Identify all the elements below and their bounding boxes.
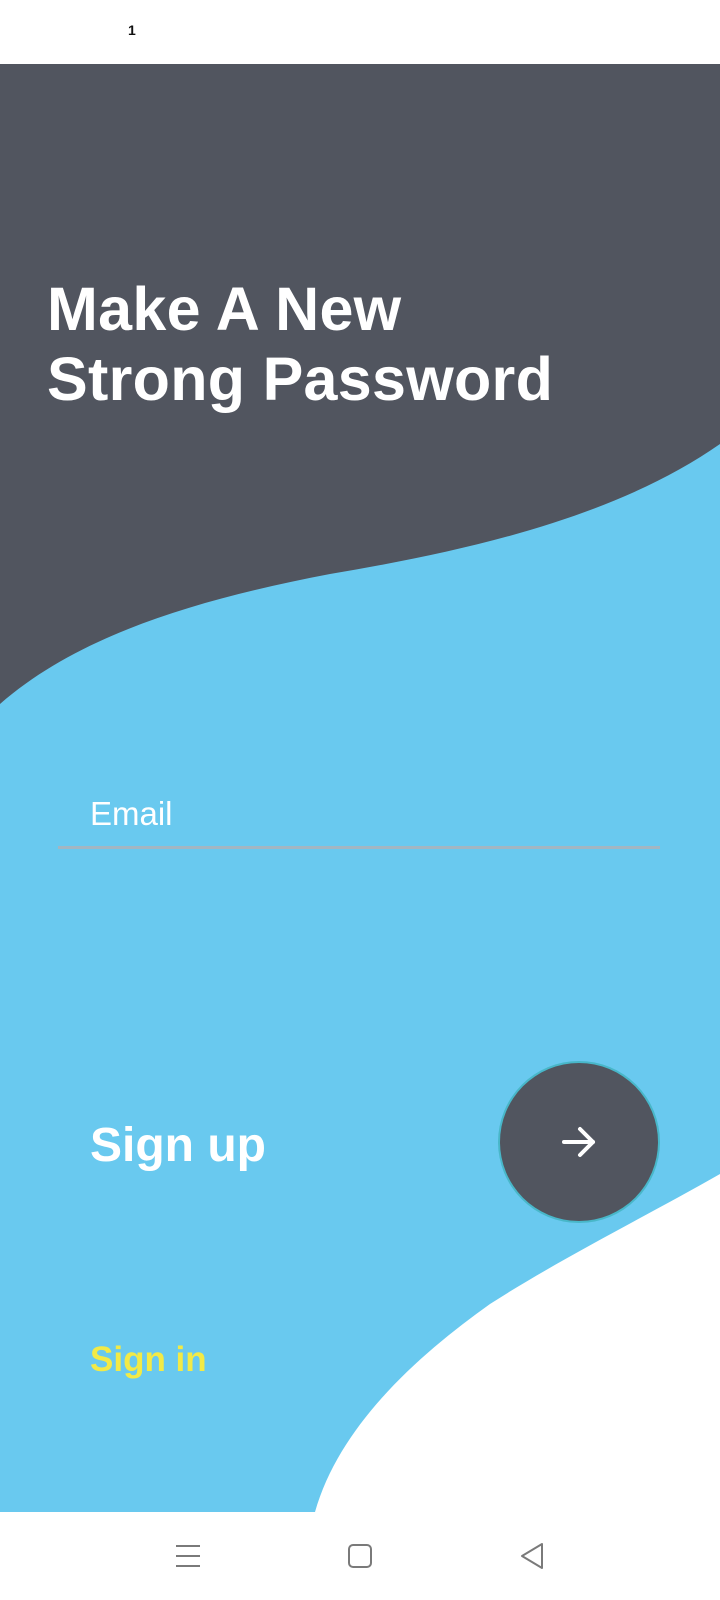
email-input[interactable] [90,784,650,844]
home-icon [348,1544,372,1568]
signup-label: Sign up [90,1119,266,1172]
arrow-right-icon [562,1127,595,1157]
menu-icon [176,1545,200,1567]
page-title-line2: Strong Password [47,345,554,413]
home-button[interactable] [336,1532,384,1580]
signin-link[interactable]: Sign in [90,1340,207,1380]
email-field [58,784,660,849]
navigation-bar [0,1512,720,1600]
signup-screen: Make A New Strong Password Sign up Sign … [0,64,720,1512]
page-title-line1: Make A New [47,275,402,343]
page-title: Make A New Strong Password [47,274,553,414]
back-icon [521,1543,543,1569]
signup-submit-button[interactable] [500,1063,658,1221]
status-bar: 1 [0,0,720,64]
back-button[interactable] [508,1532,556,1580]
status-text: 1 [128,22,136,38]
menu-button[interactable] [164,1532,212,1580]
